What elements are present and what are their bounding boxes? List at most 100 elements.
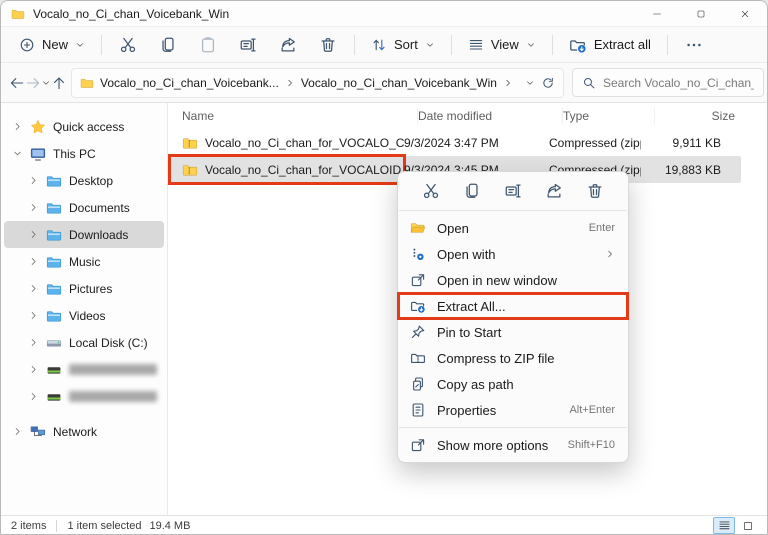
address-dropdown-icon[interactable]: [525, 78, 535, 88]
main-area: Quick access This PC Desktop Documents D: [1, 103, 767, 515]
rename-icon[interactable]: [504, 182, 522, 200]
window-title: Vocalo_no_Ci_chan_Voicebank_Win: [33, 7, 229, 21]
view-lines-icon: [468, 37, 484, 53]
view-button[interactable]: View: [458, 30, 546, 60]
breadcrumb-parent[interactable]: Vocalo_no_Ci_chan_Voicebank...: [100, 76, 279, 90]
chevron-right-icon[interactable]: [28, 283, 39, 294]
sidebar-item-videos[interactable]: Videos: [4, 302, 164, 329]
zip-outline-icon: [410, 350, 426, 366]
rename-button[interactable]: [228, 30, 268, 60]
column-header-size[interactable]: Size: [655, 109, 741, 123]
forward-button[interactable]: [25, 68, 41, 98]
sidebar-item-downloads[interactable]: Downloads: [4, 221, 164, 248]
menu-item-open-with[interactable]: Open with: [398, 241, 628, 267]
delete-button[interactable]: [308, 30, 348, 60]
sort-button[interactable]: Sort: [361, 30, 445, 60]
sidebar-item-music[interactable]: Music: [4, 248, 164, 275]
maximize-button[interactable]: [679, 1, 723, 26]
search-box[interactable]: [572, 68, 764, 97]
sidebar-item-documents[interactable]: Documents: [4, 194, 164, 221]
menu-item-properties[interactable]: Properties Alt+Enter: [398, 397, 628, 423]
breadcrumb-current[interactable]: Vocalo_no_Ci_chan_Voicebank_Win: [301, 76, 497, 90]
sidebar-item-pictures[interactable]: Pictures: [4, 275, 164, 302]
paste-button[interactable]: [188, 30, 228, 60]
highlight-box-red: Vocalo_no_Ci_chan_for_VOCALOID_6.3.0: [170, 156, 404, 183]
new-button[interactable]: New: [9, 30, 95, 60]
share-button[interactable]: [268, 30, 308, 60]
cut-icon[interactable]: [422, 182, 440, 200]
menu-item-extract-all[interactable]: Extract All...: [398, 293, 628, 319]
menu-item-label: Open in new window: [437, 273, 557, 288]
chevron-down-icon[interactable]: [12, 148, 23, 159]
sidebar-item-redacted-drive[interactable]: [4, 383, 164, 410]
chevron-right-icon[interactable]: [28, 229, 39, 240]
chevron-right-icon[interactable]: [28, 202, 39, 213]
column-header-name[interactable]: Name: [182, 108, 418, 124]
cut-button[interactable]: [108, 30, 148, 60]
chevron-right-icon[interactable]: [28, 256, 39, 267]
menu-item-pin-to-start[interactable]: Pin to Start: [398, 319, 628, 345]
pin-icon: [410, 324, 426, 340]
sidebar-item-local-disk-c[interactable]: Local Disk (C:): [4, 329, 164, 356]
sidebar-item-network[interactable]: Network: [4, 418, 164, 445]
copy-icon[interactable]: [463, 182, 481, 200]
delete-icon[interactable]: [586, 182, 604, 200]
chevron-right-icon[interactable]: [28, 310, 39, 321]
status-bar: 2 items 1 item selected 19.4 MB: [1, 515, 767, 535]
copy-button[interactable]: [148, 30, 188, 60]
folder-icon: [46, 227, 62, 243]
menu-item-label: Show more options: [437, 438, 548, 453]
network-icon: [30, 424, 46, 440]
menu-item-label: Open: [437, 221, 469, 236]
ellipsis-icon: [685, 36, 703, 54]
column-header-date-modified[interactable]: Date modified: [418, 108, 563, 124]
sidebar-item-desktop[interactable]: Desktop: [4, 167, 164, 194]
toolbar-divider: [101, 35, 102, 55]
chevron-right-icon[interactable]: [28, 391, 39, 402]
menu-item-open-in-new-window[interactable]: Open in new window: [398, 267, 628, 293]
chevron-right-icon[interactable]: [28, 175, 39, 186]
file-row[interactable]: Vocalo_no_Ci_chan_for_VOCALO_CHANGER_1.0…: [168, 129, 741, 156]
plus-circle-icon: [19, 37, 35, 53]
menu-item-label: Copy as path: [437, 377, 514, 392]
column-header-type[interactable]: Type: [563, 108, 655, 124]
toolbar-divider: [451, 35, 452, 55]
share-icon[interactable]: [545, 182, 563, 200]
properties-icon: [410, 402, 426, 418]
file-name: Vocalo_no_Ci_chan_for_VOCALO_CHANGER_1.0…: [205, 136, 404, 150]
chevron-right-icon[interactable]: [12, 121, 23, 132]
chevron-right-icon[interactable]: [12, 426, 23, 437]
refresh-icon[interactable]: [541, 76, 555, 90]
search-input[interactable]: [603, 76, 754, 90]
large-icons-view-button[interactable]: [737, 517, 759, 534]
menu-item-compress-to-zip[interactable]: Compress to ZIP file: [398, 345, 628, 371]
more-options-button[interactable]: [674, 30, 714, 60]
details-view-button[interactable]: [713, 517, 735, 534]
recent-locations-button[interactable]: [41, 68, 51, 98]
sidebar-item-label: Videos: [69, 309, 105, 323]
minimize-button[interactable]: [635, 1, 679, 26]
up-arrow-icon: [51, 75, 67, 91]
back-button[interactable]: [9, 68, 25, 98]
sidebar-item-redacted-drive[interactable]: [4, 356, 164, 383]
show-more-icon: [410, 437, 426, 453]
drive-icon: [46, 335, 62, 351]
selection-count: 1 item selected: [67, 520, 141, 532]
sidebar-item-label: Desktop: [69, 174, 113, 188]
sidebar-item-this-pc[interactable]: This PC: [4, 140, 164, 167]
up-button[interactable]: [51, 68, 67, 98]
paste-icon: [199, 36, 217, 54]
chevron-right-icon[interactable]: [28, 337, 39, 348]
sidebar-item-label: Quick access: [53, 120, 124, 134]
sidebar-item-quick-access[interactable]: Quick access: [4, 113, 164, 140]
sidebar-item-label: Downloads: [69, 228, 128, 242]
breadcrumb[interactable]: Vocalo_no_Ci_chan_Voicebank... Vocalo_no…: [71, 68, 564, 98]
sidebar-item-label: Network: [53, 425, 97, 439]
close-button[interactable]: [723, 1, 767, 26]
delete-icon: [319, 36, 337, 54]
extract-all-button[interactable]: Extract all: [559, 30, 661, 60]
chevron-right-icon[interactable]: [28, 364, 39, 375]
menu-item-show-more-options[interactable]: Show more options Shift+F10: [398, 432, 628, 458]
menu-item-copy-as-path[interactable]: Copy as path: [398, 371, 628, 397]
menu-item-open[interactable]: Open Enter: [398, 215, 628, 241]
